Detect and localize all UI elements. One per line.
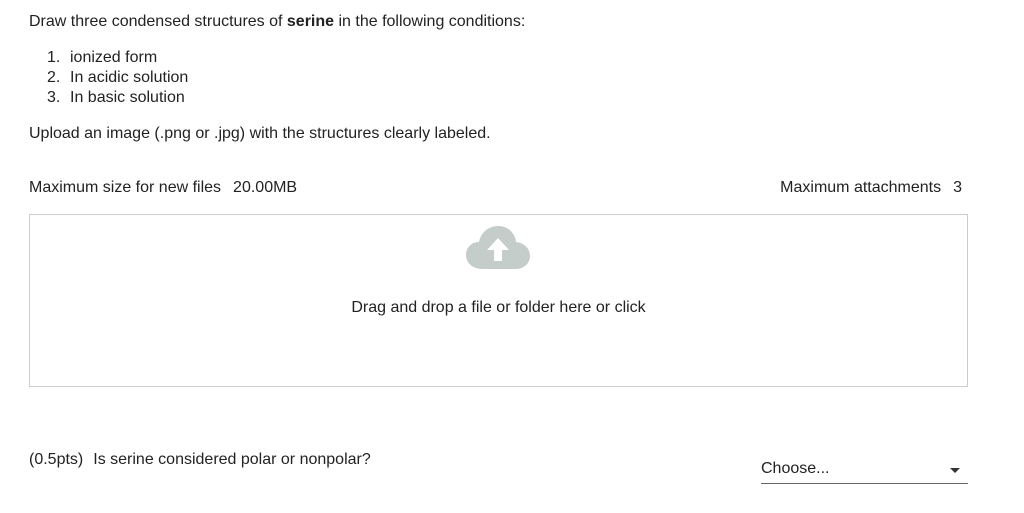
condition-number: 3. <box>47 89 61 106</box>
question-intro: Draw three condensed structures of serin… <box>29 12 525 32</box>
max-attachments: Maximum attachments 3 <box>780 178 962 198</box>
cloud-upload-icon[interactable] <box>466 225 530 269</box>
question-intro-text: Draw three condensed structures of <box>29 13 287 30</box>
conditions-list: 1. ionized form 2. In acidic solution 3. In… <box>47 48 188 108</box>
question-polarity-text: Is serine considered polar or nonpolar? <box>93 451 371 468</box>
question-points: (0.5pts) <box>29 451 84 468</box>
condition-item: 3. In basic solution <box>47 88 188 108</box>
condition-text: In acidic solution <box>70 69 189 86</box>
condition-item: 2. In acidic solution <box>47 68 188 88</box>
upload-instruction: Upload an image (.png or .jpg) with the … <box>29 125 491 142</box>
condition-number: 2. <box>47 69 61 86</box>
question-intro-text-end: in the following conditions: <box>334 13 526 30</box>
condition-item: 1. ionized form <box>47 48 188 68</box>
chevron-down-icon[interactable] <box>950 468 960 473</box>
max-attachments-value: 3 <box>953 179 962 196</box>
question-intro-bold: serine <box>286 13 335 30</box>
condition-number: 1. <box>47 49 61 66</box>
dropzone-text: Drag and drop a file or folder here or c… <box>351 299 646 316</box>
max-attachments-label: Maximum attachments <box>780 179 942 196</box>
question-polarity: (0.5pts) Is serine considered polar or no… <box>29 450 371 470</box>
condition-text: ionized form <box>70 49 158 66</box>
polarity-select[interactable]: Choose... <box>761 457 968 484</box>
condition-text: In basic solution <box>70 89 185 106</box>
max-file-size: Maximum size for new files 20.00MB <box>29 178 297 198</box>
file-dropzone[interactable]: Drag and drop a file or folder here or c… <box>29 214 968 387</box>
max-file-size-value: 20.00MB <box>233 179 298 196</box>
max-file-size-label: Maximum size for new files <box>29 179 222 196</box>
polarity-select-value: Choose... <box>761 460 830 477</box>
